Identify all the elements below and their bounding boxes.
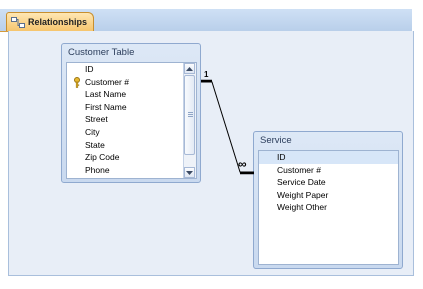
many-side-label: ∞ xyxy=(238,157,247,171)
one-side-label: 1 xyxy=(204,70,209,79)
relationship-line[interactable] xyxy=(0,0,423,289)
